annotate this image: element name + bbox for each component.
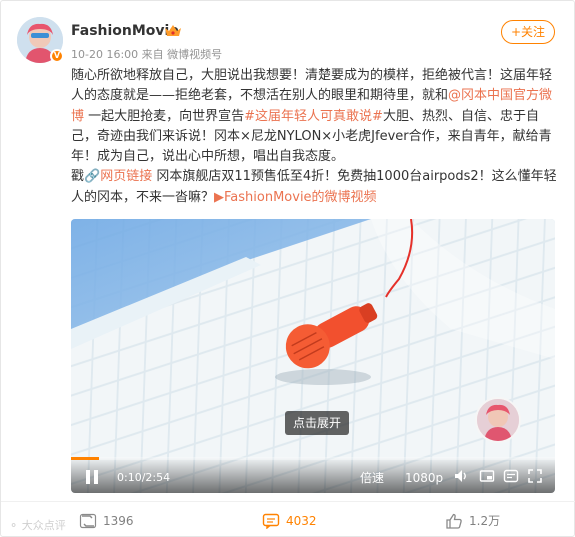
post-text: 随心所欲地释放自己，大胆说出我想要！清楚要成为的模样，拒绝被代言！这届年轻人的态…	[71, 66, 559, 208]
pause-icon[interactable]	[85, 469, 99, 485]
like-count: 1.2万	[469, 514, 501, 528]
web-link[interactable]: 网页链接	[100, 169, 152, 184]
thumbs-up-icon	[446, 513, 462, 529]
repost-icon	[79, 513, 97, 529]
comment-count: 4032	[286, 514, 317, 528]
quality-button[interactable]: 1080p	[405, 471, 443, 485]
picture-in-picture-icon[interactable]	[479, 468, 495, 484]
follow-button[interactable]: +关注	[501, 20, 555, 44]
video-controls: 0:10/2:54 倍速 1080p	[71, 457, 555, 493]
fullscreen-icon[interactable]	[527, 468, 543, 484]
watermark-text: 大众点评	[21, 519, 66, 532]
video-frame-image	[71, 219, 555, 493]
video-link[interactable]: FashionMovie的微博视频	[224, 190, 377, 205]
action-bar: 1396 4032 1.2万	[1, 501, 575, 537]
watermark: ⚬ 大众点评	[9, 517, 66, 533]
progress-bar[interactable]	[71, 457, 555, 460]
speed-button[interactable]: 倍速	[360, 471, 384, 485]
watermark-logo-icon: ⚬	[9, 519, 19, 532]
verified-badge-icon: V	[50, 49, 64, 63]
topic-link[interactable]: #这届年轻人可真敢说#	[244, 109, 383, 124]
video-author-avatar[interactable]	[475, 397, 521, 443]
user-name[interactable]: FashionMovie	[71, 23, 179, 39]
post-meta[interactable]: 10-20 16:00 来自 微博视频号	[71, 46, 222, 62]
video-link-icon[interactable]: ▶	[214, 190, 224, 205]
post-text-line2-prefix: 戳	[71, 169, 85, 185]
expand-button[interactable]: 点击展开	[285, 411, 349, 435]
video-player[interactable]: 点击展开 0:10/2:54 倍速 1080p	[71, 219, 555, 493]
progress-fill	[71, 457, 99, 460]
danmaku-icon[interactable]	[503, 468, 519, 484]
repost-count: 1396	[103, 514, 134, 528]
volume-icon[interactable]	[453, 468, 469, 484]
web-link-icon[interactable]: 🔗	[84, 169, 100, 184]
vip-crown-icon[interactable]	[164, 23, 182, 38]
video-time: 0:10/2:54	[117, 471, 171, 484]
comment-icon	[262, 513, 280, 529]
post-text-part2: 一起大胆抢麦，向世界宣告	[84, 108, 245, 124]
weibo-post-card: V FashionMovie 10-20 16:00 来自 微博视频号 +关注 …	[0, 0, 575, 537]
